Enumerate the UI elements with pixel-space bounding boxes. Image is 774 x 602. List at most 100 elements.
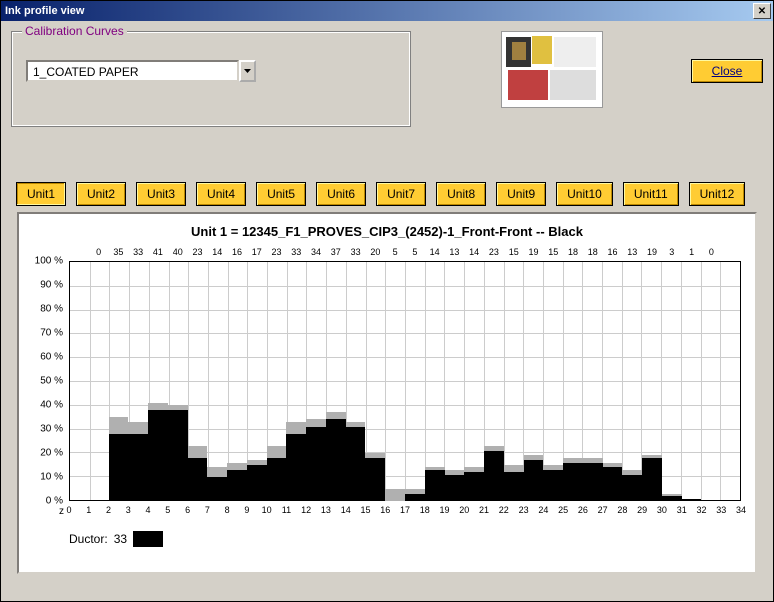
x-tick-label: 11 — [282, 505, 291, 515]
bar-top-label: 14 — [430, 247, 440, 257]
tab-unit10[interactable]: Unit10 — [556, 182, 613, 206]
x-tick-label: 21 — [479, 505, 489, 515]
x-tick-label: 13 — [321, 505, 331, 515]
y-axis: 100 %90 %80 %70 %60 %50 %40 %30 %20 %10 … — [29, 261, 67, 501]
preview-thumbnail — [501, 31, 603, 108]
x-tick-label: 28 — [617, 505, 627, 515]
bar-top-label: 15 — [548, 247, 558, 257]
ductor-display: Ductor: 33 — [69, 531, 745, 547]
window-close-icon[interactable]: ✕ — [753, 3, 771, 19]
x-tick-label: 4 — [146, 505, 151, 515]
y-tick-label: 50 % — [40, 376, 63, 387]
bar-top-label: 33 — [133, 247, 143, 257]
zone-bar — [524, 261, 544, 501]
close-button[interactable]: Close — [691, 59, 763, 83]
zone-bar — [682, 261, 702, 501]
bar-top-label: 34 — [311, 247, 321, 257]
bar-top-label: 18 — [588, 247, 598, 257]
x-tick-label: 5 — [165, 505, 170, 515]
y-tick-label: 90 % — [40, 280, 63, 291]
tab-unit9[interactable]: Unit9 — [496, 182, 546, 206]
tab-unit11[interactable]: Unit11 — [623, 182, 679, 206]
bar-top-label: 37 — [331, 247, 341, 257]
window-body: Calibration Curves 1_COATED PAPER Close … — [1, 21, 773, 590]
x-tick-label: 15 — [360, 505, 370, 515]
zone-bar — [227, 261, 247, 501]
zone-bar — [109, 261, 129, 501]
tab-unit4[interactable]: Unit4 — [196, 182, 246, 206]
bar-top-label: 0 — [96, 247, 101, 257]
bar-top-label: 20 — [370, 247, 380, 257]
zone-bar — [405, 261, 425, 501]
zone-bar — [168, 261, 188, 501]
tab-unit12[interactable]: Unit12 — [689, 182, 746, 206]
x-tick-label: 3 — [126, 505, 131, 515]
x-tick-label: 19 — [440, 505, 450, 515]
zone-bar — [188, 261, 208, 501]
bar-top-label: 19 — [528, 247, 538, 257]
zone-bar — [484, 261, 504, 501]
y-tick-label: 70 % — [40, 328, 63, 339]
x-tick-label: 10 — [262, 505, 272, 515]
zone-bar — [642, 261, 662, 501]
zone-bar — [207, 261, 227, 501]
bar-top-label: 15 — [509, 247, 519, 257]
x-tick-label: 24 — [538, 505, 548, 515]
zone-bar — [365, 261, 385, 501]
tab-unit5[interactable]: Unit5 — [256, 182, 306, 206]
bar-top-label: 5 — [412, 247, 417, 257]
zone-bar — [89, 261, 109, 501]
top-value-labels: 0353341402314161723333437332055141314231… — [69, 247, 741, 259]
bar-top-label: 35 — [113, 247, 123, 257]
zone-bar — [326, 261, 346, 501]
combo-value[interactable]: 1_COATED PAPER — [26, 60, 239, 82]
zone-bar — [504, 261, 524, 501]
calibration-curve-select[interactable]: 1_COATED PAPER — [26, 60, 256, 82]
tab-unit7[interactable]: Unit7 — [376, 182, 426, 206]
bar-top-label: 23 — [489, 247, 499, 257]
tab-unit8[interactable]: Unit8 — [436, 182, 486, 206]
bar-top-label: 13 — [449, 247, 459, 257]
zone-bar — [267, 261, 287, 501]
bar-top-label: 1 — [689, 247, 694, 257]
x-tick-label: 17 — [400, 505, 410, 515]
x-tick-label: 0 — [66, 505, 71, 515]
y-tick-label: 100 % — [35, 256, 63, 267]
bar-top-label: 18 — [568, 247, 578, 257]
zone-bar — [701, 261, 721, 501]
ductor-label: Ductor: — [69, 532, 108, 546]
x-tick-label: 22 — [499, 505, 509, 515]
zone-bar — [563, 261, 583, 501]
combo-dropdown-button[interactable] — [239, 60, 256, 82]
bar-top-label: 33 — [351, 247, 361, 257]
bar-top-label: 0 — [709, 247, 714, 257]
tab-unit2[interactable]: Unit2 — [76, 182, 126, 206]
zone-bar — [662, 261, 682, 501]
y-tick-label: 30 % — [40, 424, 63, 435]
bar-top-label: 40 — [173, 247, 183, 257]
tab-unit1[interactable]: Unit1 — [16, 182, 66, 206]
calibration-curves-fieldset: Calibration Curves 1_COATED PAPER — [11, 31, 411, 127]
x-tick-label: 14 — [341, 505, 351, 515]
titlebar: Ink profile view ✕ — [1, 1, 773, 21]
y-tick-label: 0 % — [46, 496, 63, 507]
zone-bar — [464, 261, 484, 501]
tab-unit6[interactable]: Unit6 — [316, 182, 366, 206]
x-tick-label: 16 — [380, 505, 390, 515]
bar-top-label: 3 — [669, 247, 674, 257]
bar-top-label: 5 — [393, 247, 398, 257]
bar-top-label: 16 — [232, 247, 242, 257]
bar-top-label: 19 — [647, 247, 657, 257]
y-tick-label: 60 % — [40, 352, 63, 363]
y-tick-label: 80 % — [40, 304, 63, 315]
zone-bar — [346, 261, 366, 501]
zone-bar — [286, 261, 306, 501]
tab-unit3[interactable]: Unit3 — [136, 182, 186, 206]
z-axis-letter: z — [59, 506, 64, 517]
window-title: Ink profile view — [5, 5, 84, 17]
zone-bar — [445, 261, 465, 501]
ductor-color-box — [133, 531, 163, 547]
bar-top-label: 14 — [212, 247, 222, 257]
chart-title: Unit 1 = 12345_F1_PROVES_CIP3_(2452)-1_F… — [29, 224, 745, 239]
chart: 100 %90 %80 %70 %60 %50 %40 %30 %20 %10 … — [29, 249, 745, 519]
